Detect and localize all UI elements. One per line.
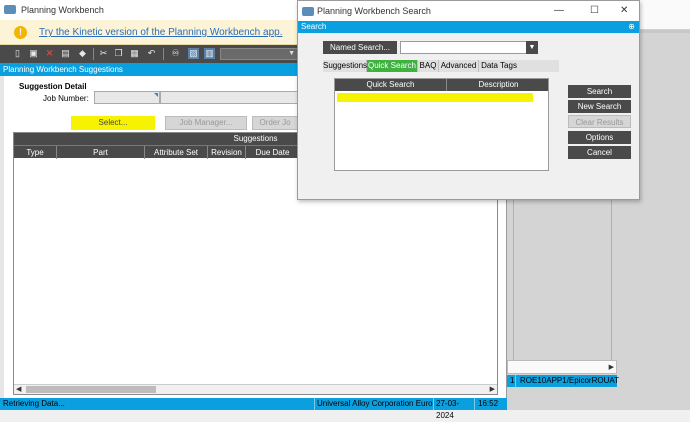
toolbar-dropdown[interactable]: ▼	[220, 48, 298, 60]
background-divider	[611, 200, 612, 360]
suggestion-detail-label: Suggestion Detail	[19, 82, 87, 91]
column-description[interactable]: Description	[447, 79, 550, 91]
print-icon[interactable]: ▤	[60, 48, 71, 59]
warning-icon: !	[14, 26, 27, 39]
close-icon[interactable]: ✕	[620, 5, 628, 16]
job-number-field[interactable]	[94, 91, 160, 104]
quick-search-header: Quick Search Description	[335, 79, 548, 91]
tab-quick-search[interactable]: Quick Search	[367, 60, 418, 72]
new-icon[interactable]: ▯	[12, 48, 23, 59]
column-part[interactable]: Part	[57, 146, 145, 159]
main-statusbar: Retrieving Data... Universal Alloy Corpo…	[0, 398, 507, 420]
column-quick-search[interactable]: Quick Search	[335, 79, 447, 91]
background-window-top	[640, 0, 690, 30]
options-button[interactable]: Options	[568, 131, 631, 144]
bg-status-server: ROE10APP1/EpicorROUAT	[515, 375, 619, 387]
eraser-icon[interactable]: ◆	[77, 48, 88, 59]
dialog-section-title: Search	[301, 22, 327, 31]
delete-icon[interactable]: ✕	[44, 48, 55, 59]
status-date: 27-03-2024	[433, 398, 474, 420]
job-manager-button[interactable]: Job Manager...	[165, 116, 247, 130]
scroll-thumb[interactable]	[26, 386, 156, 393]
column-revision[interactable]: Revision	[208, 146, 246, 159]
undo-icon[interactable]: ↶	[146, 48, 157, 59]
background-statusbar: 1 ROE10APP1/EpicorROUAT	[507, 375, 619, 387]
cut-icon[interactable]: ✂	[98, 48, 109, 59]
cancel-button[interactable]: Cancel	[568, 146, 631, 159]
scroll-right-icon[interactable]: ▶	[609, 363, 614, 371]
background-window-scrollbar[interactable]: ▶	[507, 360, 617, 374]
status-message: Retrieving Data...	[3, 399, 65, 408]
order-job-button[interactable]: Order Jo	[252, 116, 298, 130]
tab-baq[interactable]: BAQ	[418, 60, 439, 72]
search-tabs: Suggestions Quick Search BAQ Advanced Da…	[323, 60, 559, 72]
search-dialog: Planning Workbench Search — ☐ ✕ Search ⊕…	[297, 0, 640, 200]
clear-results-button[interactable]: Clear Results	[568, 115, 631, 128]
dialog-title: Planning Workbench Search	[317, 6, 431, 16]
background-window-strip	[640, 30, 690, 33]
copy-icon[interactable]: ❐	[113, 48, 124, 59]
select-button[interactable]: Select...	[71, 116, 155, 130]
pin-icon[interactable]: ⊕	[628, 21, 635, 33]
chevron-down-icon: ▼	[288, 50, 295, 57]
scroll-right-icon[interactable]: ▶	[490, 385, 495, 393]
column-due-date[interactable]: Due Date	[246, 146, 300, 159]
tab-suggestions[interactable]: Suggestions	[323, 60, 367, 72]
column-attribute-set[interactable]: Attribute Set	[145, 146, 208, 159]
tab-advanced[interactable]: Advanced	[439, 60, 479, 72]
search-button[interactable]: Search	[568, 85, 631, 98]
job-description-field[interactable]	[160, 91, 300, 104]
named-search-dropdown[interactable]: ▼	[526, 41, 538, 54]
status-time: 16:52	[474, 398, 507, 410]
grid-horizontal-scrollbar[interactable]: ◀ ▶	[14, 384, 497, 394]
main-window-title: Planning Workbench	[21, 5, 104, 15]
paste-icon[interactable]: ▦	[129, 48, 140, 59]
app-icon	[4, 5, 16, 14]
minimize-icon[interactable]: —	[554, 5, 564, 16]
bg-status-left: 1	[510, 376, 515, 385]
attachment-icon[interactable]: ▧	[188, 48, 199, 59]
toolbar-separator	[93, 48, 94, 60]
new-search-button[interactable]: New Search	[568, 100, 631, 113]
named-search-button[interactable]: Named Search...	[323, 41, 397, 54]
scroll-left-icon[interactable]: ◀	[16, 385, 21, 393]
required-marker-icon	[154, 93, 158, 97]
job-number-label: Job Number:	[43, 94, 89, 103]
status-company: Universal Alloy Corporation Europe	[314, 398, 433, 410]
chevron-down-icon: ▼	[528, 44, 536, 51]
tab-data-tags[interactable]: Data Tags	[479, 60, 519, 72]
kinetic-link[interactable]: Try the Kinetic version of the Planning …	[39, 27, 282, 38]
left-scrollbar[interactable]	[0, 76, 4, 398]
layout-icon[interactable]: ▥	[204, 48, 215, 59]
app-icon	[302, 7, 314, 16]
dialog-section-header: Search ⊕	[298, 21, 639, 33]
highlighted-row[interactable]	[337, 93, 533, 102]
quick-search-grid[interactable]: Quick Search Description	[334, 78, 549, 171]
dialog-titlebar[interactable]: Planning Workbench Search — ☐ ✕	[298, 1, 639, 21]
maximize-icon[interactable]: ☐	[590, 5, 599, 16]
toolbar-separator	[163, 48, 164, 60]
named-search-input[interactable]	[400, 41, 528, 54]
save-icon[interactable]: ▣	[28, 48, 39, 59]
background-divider	[513, 200, 514, 360]
column-type[interactable]: Type	[14, 146, 57, 159]
binoculars-icon[interactable]: ♾	[170, 48, 181, 59]
